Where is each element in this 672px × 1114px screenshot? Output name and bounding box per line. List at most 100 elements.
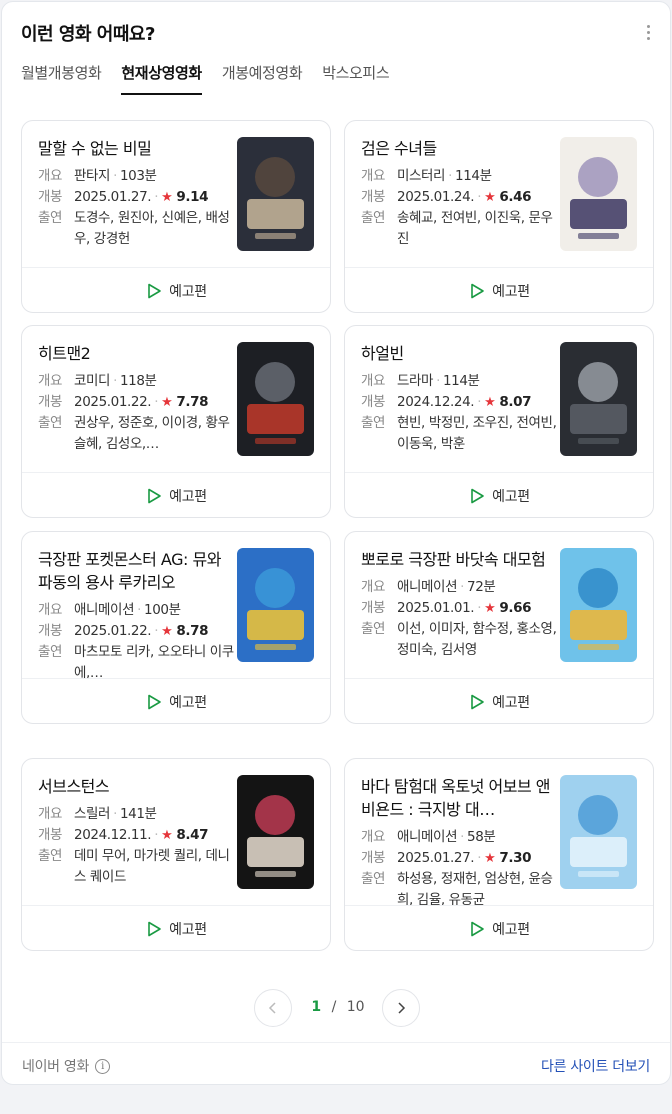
movie-title[interactable]: 뽀로로 극장판 바닷속 대모험 (361, 548, 557, 571)
movie-poster[interactable] (560, 342, 637, 456)
movie-poster[interactable] (237, 775, 314, 889)
genre: 판타지 (74, 168, 111, 184)
tab-box-office[interactable]: 박스오피스 (322, 62, 389, 95)
movie-card-pokemon-lucario: 극장판 포켓몬스터 AG: 뮤와 파동의 용사 루카리오 개요 애니메이션 · 10… (21, 531, 331, 724)
release-row: 개봉 2025.01.01. · ★ 9.66 (361, 598, 557, 619)
release-date: 2025.01.27. (397, 850, 475, 866)
runtime: 103분 (119, 168, 157, 184)
movie-poster[interactable] (560, 775, 637, 889)
movie-poster[interactable] (560, 548, 637, 662)
release-label: 개봉 (361, 850, 386, 866)
info-icon[interactable]: i (95, 1058, 111, 1074)
chevron-left-icon (268, 1002, 276, 1014)
release-value: 2024.12.11. · ★ 8.47 (74, 827, 209, 843)
movie-poster[interactable] (237, 548, 314, 662)
total-pages: 10 (346, 999, 365, 1015)
rating: 9.66 (499, 600, 532, 616)
rating: 7.78 (176, 394, 209, 410)
current-page: 1 (311, 999, 322, 1015)
star-icon: ★ (161, 828, 173, 843)
trailer-label: 예고편 (492, 921, 530, 938)
play-icon (471, 921, 484, 936)
genre-row: 개요 애니메이션 · 100분 (38, 600, 234, 621)
star-icon: ★ (484, 190, 496, 205)
genre-row: 개요 스릴러 · 141분 (38, 804, 234, 825)
trailer-button[interactable]: 예고편 (22, 473, 330, 518)
cast-label: 출연 (361, 621, 386, 637)
runtime: 114분 (455, 168, 492, 184)
prev-page-button[interactable] (254, 989, 292, 1027)
trailer-label: 예고편 (169, 694, 207, 711)
movie-title[interactable]: 검은 수녀들 (361, 137, 557, 160)
trailer-button[interactable]: 예고편 (345, 679, 653, 724)
tab-now-playing[interactable]: 현재상영영화 (121, 62, 203, 95)
star-icon: ★ (161, 624, 173, 639)
rating: 6.46 (499, 189, 532, 205)
movie-info: 검은 수녀들 개요 미스터리 · 114분 개봉 2025.01.24. · ★ 6.46… (361, 137, 557, 250)
release-value: 2025.01.27. · ★ 7.30 (397, 850, 532, 866)
trailer-button[interactable]: 예고편 (345, 906, 653, 951)
star-icon: ★ (484, 395, 496, 410)
genre-value: 애니메이션 · 58분 (397, 829, 496, 845)
next-page-button[interactable] (382, 989, 420, 1027)
release-date: 2025.01.22. (74, 394, 152, 410)
genre-row: 개요 미스터리 · 114분 (361, 166, 557, 187)
source-label: 네이버 영화 (22, 1059, 90, 1075)
movie-info: 뽀로로 극장판 바닷속 대모험 개요 애니메이션 · 72분 개봉 2025.01.… (361, 548, 557, 661)
genre-row: 개요 드라마 · 114분 (361, 371, 557, 392)
release-date: 2025.01.01. (397, 600, 475, 616)
runtime: 100분 (144, 602, 181, 618)
footer-source: 네이버 영화 i (22, 1056, 111, 1076)
play-icon (148, 921, 161, 936)
runtime: 114분 (442, 373, 480, 389)
more-options-icon[interactable] (640, 22, 656, 42)
movie-title[interactable]: 히트맨2 (38, 342, 234, 365)
cast-row: 출연 도경수, 원진아, 신예은, 배성우, 강경헌 (38, 208, 234, 250)
movie-title[interactable]: 말할 수 없는 비밀 (38, 137, 234, 160)
trailer-button[interactable]: 예고편 (345, 473, 653, 518)
runtime: 72분 (467, 579, 496, 595)
cast-label: 출연 (38, 210, 63, 226)
movie-title[interactable]: 하얼빈 (361, 342, 557, 365)
cast-row: 출연 송혜교, 전여빈, 이진욱, 문우진 (361, 208, 557, 250)
panel-title: 이런 영화 어때요? (21, 24, 155, 45)
tab-upcoming[interactable]: 개봉예정영화 (222, 62, 303, 95)
movie-title[interactable]: 바다 탐험대 옥토넛 어보브 앤 비욘드 : 극지방 대… (361, 775, 557, 821)
genre-value: 드라마 · 114분 (397, 373, 480, 389)
genre-label: 개요 (361, 373, 386, 389)
pagination: 1 / 10 (2, 988, 670, 1028)
tab-monthly-release[interactable]: 월별개봉영화 (21, 62, 102, 95)
cast-row: 출연 데미 무어, 마가렛 퀄리, 데니스 퀘이드 (38, 846, 234, 888)
movie-title[interactable]: 극장판 포켓몬스터 AG: 뮤와 파동의 용사 루카리오 (38, 548, 234, 594)
more-sites-link[interactable]: 다른 사이트 더보기 (541, 1056, 650, 1076)
movie-poster[interactable] (237, 342, 314, 456)
rating: 8.78 (176, 623, 209, 639)
trailer-button[interactable]: 예고편 (22, 906, 330, 951)
play-icon (471, 694, 484, 709)
trailer-button[interactable]: 예고편 (22, 268, 330, 313)
cast-value: 권상우, 정준호, 이이경, 황우슬혜, 김성오,… (74, 415, 230, 452)
trailer-label: 예고편 (169, 921, 207, 938)
play-icon (148, 283, 161, 298)
genre-label: 개요 (361, 579, 386, 595)
release-label: 개봉 (38, 623, 63, 639)
release-row: 개봉 2025.01.22. · ★ 8.78 (38, 621, 234, 642)
movie-title[interactable]: 서브스턴스 (38, 775, 234, 798)
trailer-button[interactable]: 예고편 (22, 679, 330, 724)
trailer-button[interactable]: 예고편 (345, 268, 653, 313)
page-indicator: 1 / 10 (302, 999, 374, 1015)
movie-poster[interactable] (237, 137, 314, 251)
release-row: 개봉 2025.01.27. · ★ 9.14 (38, 187, 234, 208)
release-date: 2025.01.27. (74, 189, 152, 205)
star-icon: ★ (161, 395, 173, 410)
movie-card-harbin: 하얼빈 개요 드라마 · 114분 개봉 2024.12.24. · ★ 8.07 출연 … (344, 325, 654, 518)
genre: 애니메이션 (74, 602, 135, 618)
cast-label: 출연 (38, 848, 63, 864)
release-value: 2025.01.27. · ★ 9.14 (74, 189, 209, 205)
genre-value: 애니메이션 · 100분 (74, 602, 181, 618)
release-label: 개봉 (361, 189, 386, 205)
release-value: 2025.01.01. · ★ 9.66 (397, 600, 532, 616)
movie-poster[interactable] (560, 137, 637, 251)
movie-info: 히트맨2 개요 코미디 · 118분 개봉 2025.01.22. · ★ 7.78 출연… (38, 342, 234, 455)
genre: 드라마 (397, 373, 434, 389)
